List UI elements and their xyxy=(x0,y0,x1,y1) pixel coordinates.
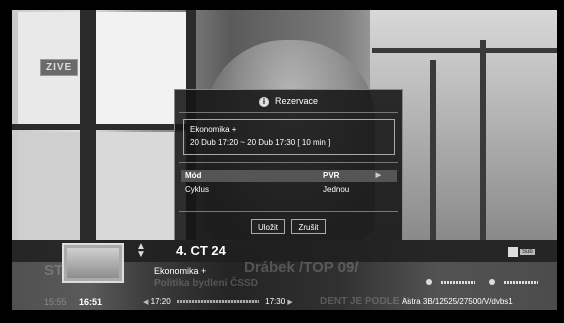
end-time: 17:30 xyxy=(265,297,286,306)
channel-thumbnail xyxy=(62,243,124,283)
subtitle-tag: Sub xyxy=(520,249,535,255)
save-button[interactable]: Uložit xyxy=(251,219,285,234)
tv-screen: ZIVE i Rezervace Ekonomika + 20 Dub 17:20… xyxy=(0,0,564,323)
wall-frame xyxy=(480,40,486,240)
wall-frame xyxy=(372,48,557,53)
dialog-title-bar: i Rezervace xyxy=(175,96,402,107)
current-program: Ekonomika + xyxy=(154,266,207,276)
cycle-value: Jednou xyxy=(323,185,350,194)
divider xyxy=(179,162,398,163)
window-pane xyxy=(18,132,80,240)
signal-strength-meter: S xyxy=(426,279,481,286)
divider xyxy=(179,112,398,113)
signal-quality-meter: Q xyxy=(488,279,544,286)
time-range: 20 Dub 17:20 ~ 20 Dub 17:30 [ 10 min ] xyxy=(190,138,331,147)
start-time: 17:20 xyxy=(150,297,171,306)
program-timeline: ◀ 17:20 17:30 ▶ xyxy=(143,297,293,306)
subtitle-indicator: Sub xyxy=(508,247,538,258)
current-clock: 16:51 xyxy=(79,297,103,307)
ghost-program-text: Drábek /TOP 09/ xyxy=(244,259,359,276)
cycle-row[interactable]: Cyklus Jednou xyxy=(181,184,397,196)
program-info-box: Ekonomika + 20 Dub 17:20 ~ 20 Dub 17:30 … xyxy=(183,119,395,155)
arrow-right-icon[interactable]: ▶ xyxy=(376,170,381,182)
cancel-button[interactable]: Zrušit xyxy=(291,219,326,234)
right-triangle-icon: ▶ xyxy=(287,299,293,306)
ghost-subtitle-text: Politika bydlení ČSSD xyxy=(154,278,258,289)
dialog-title: Rezervace xyxy=(274,96,319,106)
reservation-dialog: i Rezervace Ekonomika + 20 Dub 17:20 ~ 20… xyxy=(174,89,403,241)
satellite-info: Astra 3B/12525/27500/V/dvbs1 xyxy=(402,297,513,306)
teletext-icon xyxy=(508,247,518,257)
divider xyxy=(179,211,398,212)
mode-label: Mód xyxy=(185,171,202,180)
window-frame xyxy=(12,124,187,130)
info-icon: i xyxy=(258,96,269,107)
progress-bar xyxy=(176,300,259,304)
program-name: Ekonomika + xyxy=(190,125,237,134)
mode-value: PVR xyxy=(323,171,340,180)
window-pane xyxy=(96,12,186,124)
channel-logo: ZIVE xyxy=(40,59,79,76)
signal-meters: S Q xyxy=(426,279,550,286)
channel-name: 4. CT 24 xyxy=(176,243,226,258)
previous-clock: 15:55 xyxy=(44,297,67,307)
cycle-label: Cyklus xyxy=(185,185,210,194)
wall-frame xyxy=(430,60,436,240)
channel-up-down-icon[interactable]: ▲ ▼ xyxy=(136,242,146,260)
signal-strength-icon xyxy=(426,279,432,285)
signal-quality-icon xyxy=(488,279,495,285)
left-triangle-icon: ◀ xyxy=(143,299,149,306)
mode-row[interactable]: Mód PVR ▶ xyxy=(181,170,397,182)
ghost-caption-text: DENT JE PODLE U xyxy=(320,296,410,307)
window-pane xyxy=(96,132,186,240)
